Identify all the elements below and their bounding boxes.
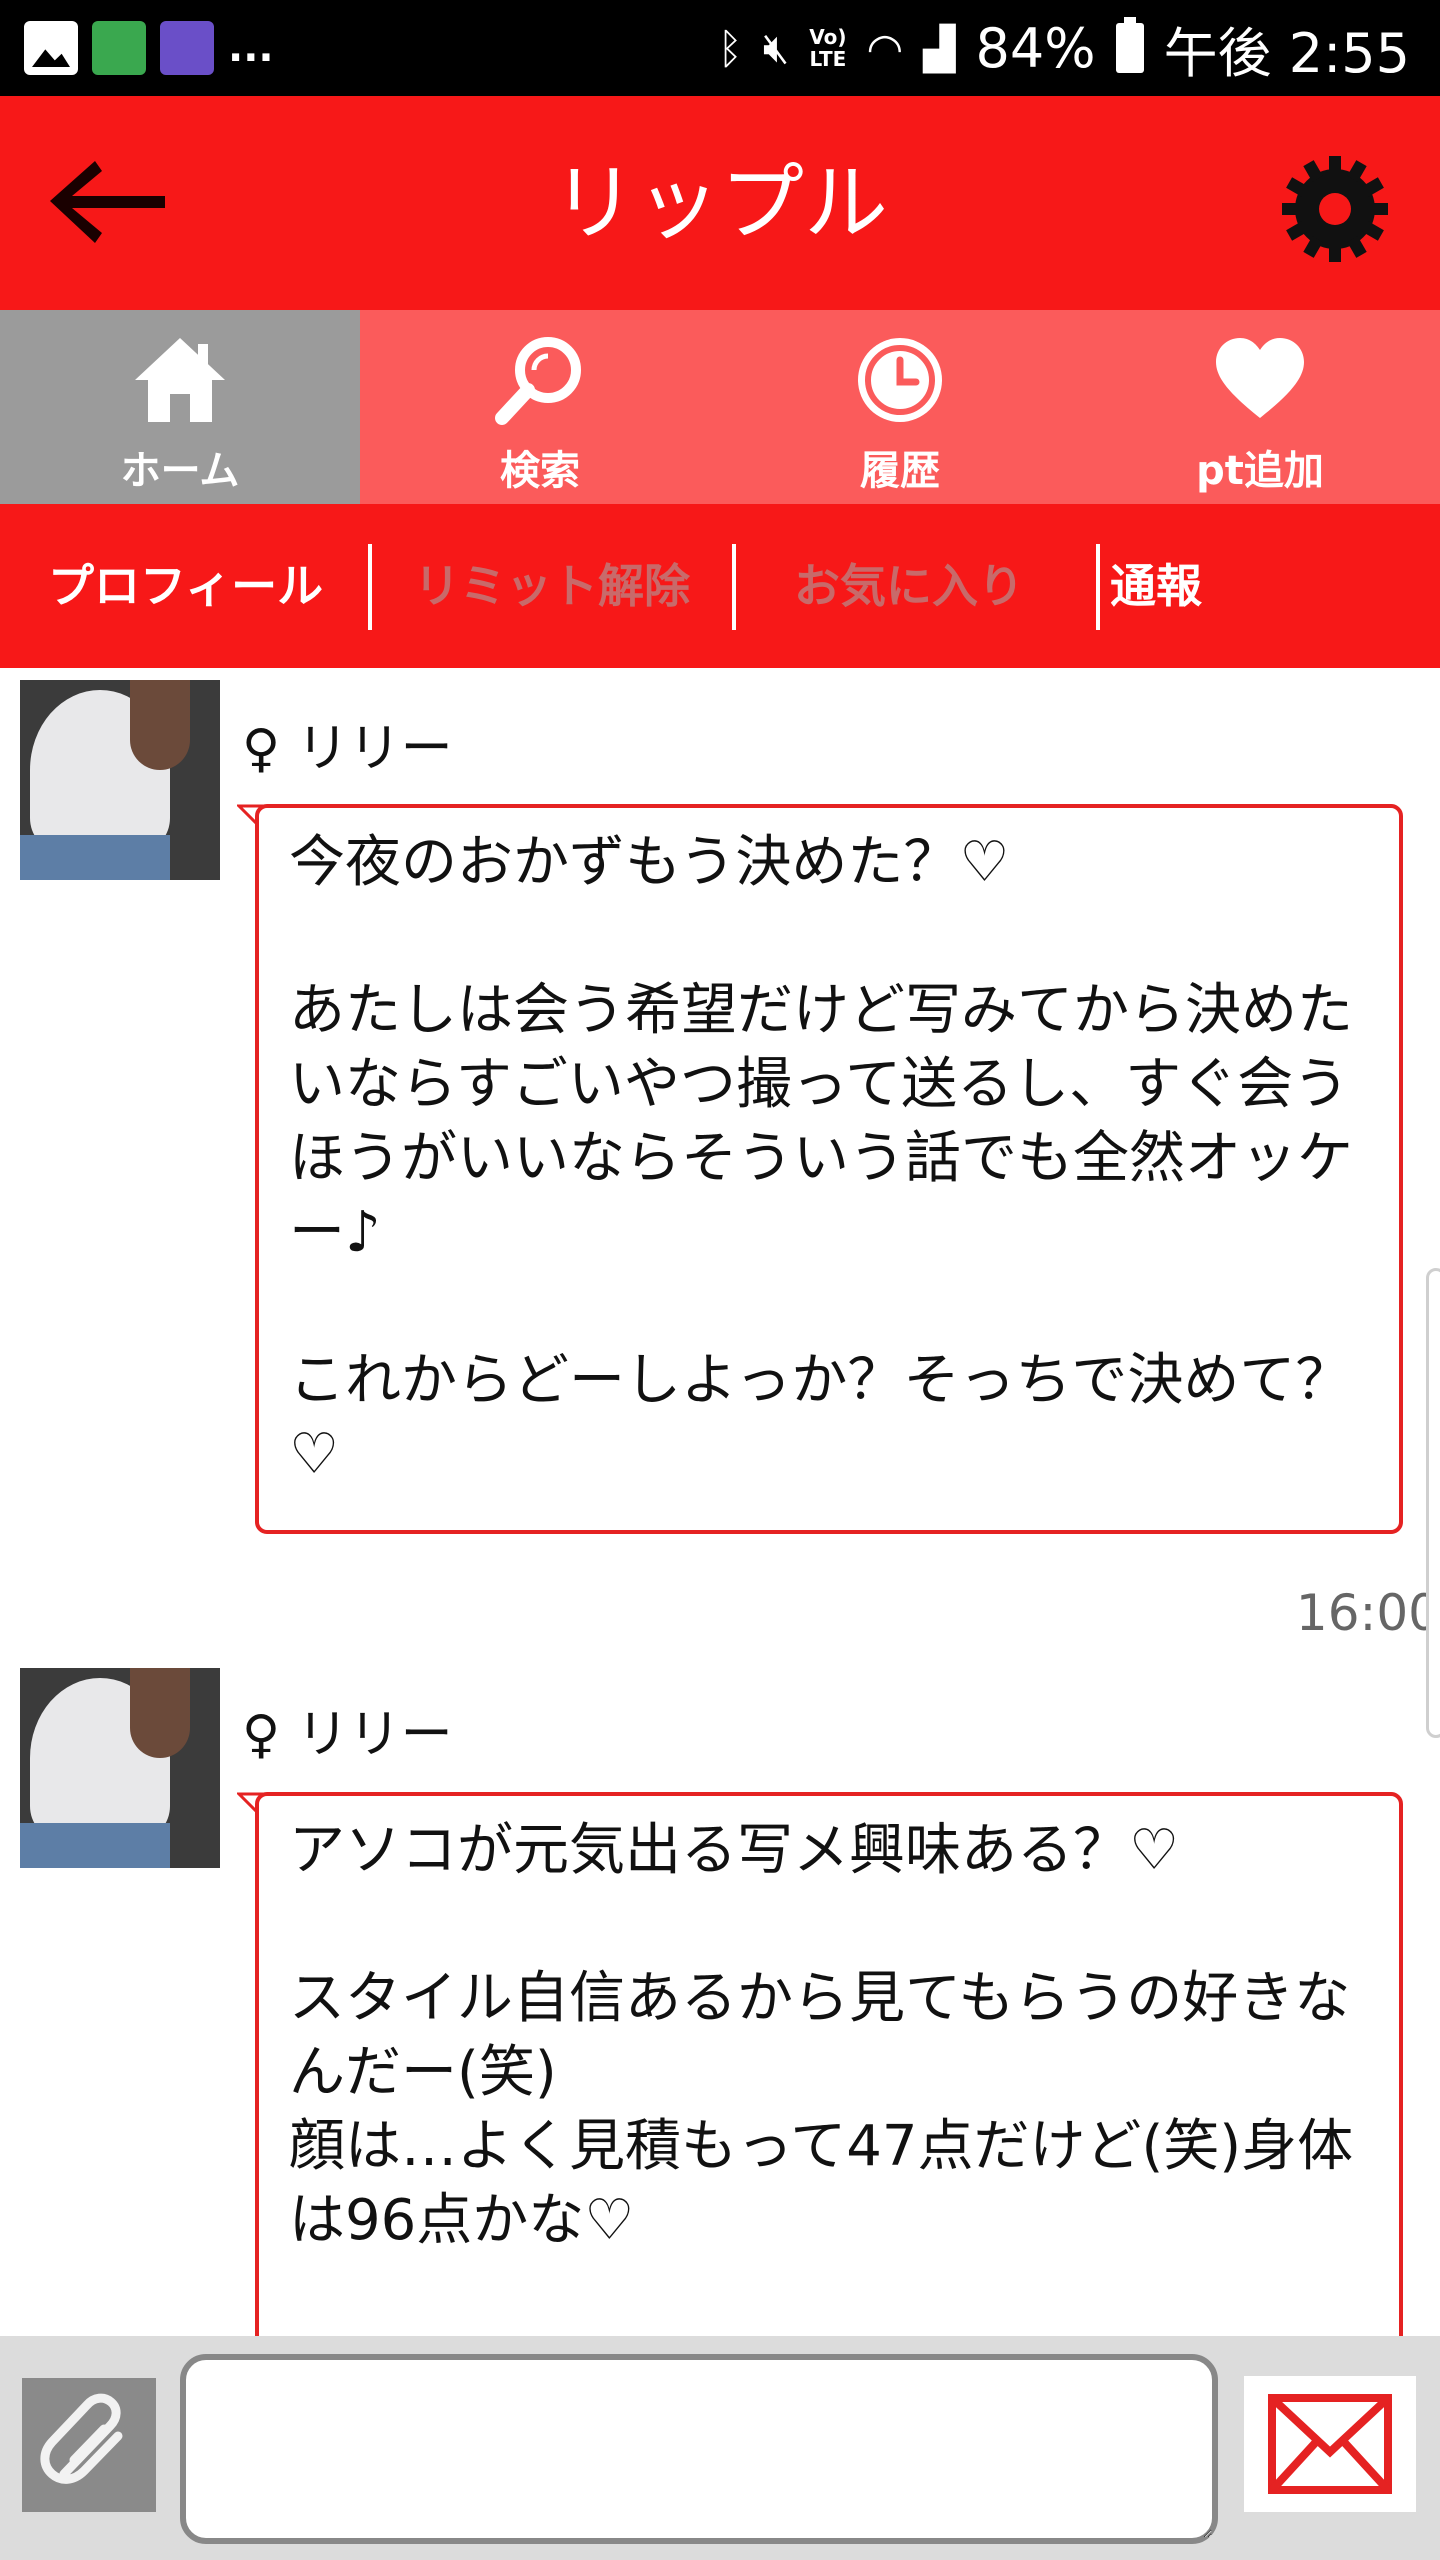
divider — [1096, 544, 1100, 630]
notification-icons: ... — [24, 18, 274, 78]
app-notification-icon — [160, 21, 214, 75]
favorite-link[interactable]: お気に入り — [794, 504, 1024, 668]
message-bubble: 今夜のおかずもう決めた？♡ あたしは会う希望だけど写みてから決めたいならすごいや… — [255, 804, 1403, 1534]
notification-overflow: ... — [228, 25, 274, 71]
signal-icon: ▟ — [923, 23, 956, 73]
back-button[interactable] — [40, 151, 170, 251]
message-bubble: アソコが元気出る写メ興味ある？♡ スタイル自信あるから見てもらうの好きなんだー(… — [255, 1792, 1403, 2336]
gallery-icon — [24, 21, 78, 75]
avatar[interactable] — [20, 1668, 220, 1868]
report-link[interactable]: 通報 — [1110, 504, 1202, 668]
tab-history[interactable]: 履歴 — [720, 310, 1080, 504]
avatar[interactable] — [20, 680, 220, 880]
divider — [368, 544, 372, 630]
battery-icon — [1115, 17, 1144, 73]
limit-release-link[interactable]: リミット解除 — [414, 504, 690, 668]
composer-bar — [0, 2336, 1440, 2560]
volte-lte-icon: Vo) LTE — [809, 25, 847, 71]
send-button[interactable] — [1244, 2376, 1416, 2512]
scrollbar[interactable] — [1426, 1268, 1440, 1738]
attach-button[interactable] — [22, 2378, 156, 2512]
avatar-detail — [20, 835, 170, 880]
sender-name: ♀ リリー — [242, 719, 453, 779]
app-notification-icon — [92, 21, 146, 75]
home-icon — [135, 338, 225, 422]
bluetooth-icon: ᛒ — [717, 23, 743, 73]
message-timestamp: 16:00 — [1295, 1584, 1440, 1642]
tab-label: ホーム — [120, 448, 240, 494]
tab-bar: ホーム 検索 履歴 pt追加 — [0, 310, 1440, 504]
system-indicators: ᛒ 🔇︎ Vo) LTE ◠ ▟ 84% 午後 2:55 — [718, 10, 1410, 86]
avatar-detail — [130, 1668, 190, 1758]
page-title: リップル — [551, 154, 888, 252]
message-input[interactable] — [180, 2354, 1218, 2544]
arrow-left-icon — [50, 161, 165, 243]
search-icon — [495, 337, 581, 425]
tab-label: 検索 — [500, 448, 580, 494]
settings-button[interactable] — [1280, 154, 1390, 264]
gear-icon — [1282, 156, 1388, 262]
battery-percent: 84% — [975, 16, 1096, 80]
clock-icon — [858, 338, 942, 422]
tab-label: 履歴 — [860, 448, 940, 494]
chat-thread[interactable]: ♀ リリー 今夜のおかずもう決めた？♡ あたしは会う希望だけど写みてから決めたい… — [0, 668, 1440, 2336]
tab-home[interactable]: ホーム — [0, 310, 360, 504]
tab-add-points[interactable]: pt追加 — [1080, 310, 1440, 504]
sender-name: ♀ リリー — [242, 1705, 453, 1765]
tab-search[interactable]: 検索 — [360, 310, 720, 504]
clock-time: 午後 2:55 — [1163, 21, 1410, 85]
message-text: アソコが元気出る写メ興味ある？♡ スタイル自信あるから見てもらうの好きなんだー(… — [289, 1818, 1354, 2253]
profile-link[interactable]: プロフィール — [48, 504, 323, 668]
divider — [732, 544, 736, 630]
paperclip-icon — [40, 2393, 123, 2484]
profile-action-bar: プロフィール リミット解除 お気に入り 通報 — [0, 504, 1440, 668]
avatar-detail — [130, 680, 190, 770]
envelope-icon — [1268, 2394, 1392, 2494]
wifi-icon: ◠ — [866, 23, 904, 73]
avatar-detail — [20, 1823, 170, 1868]
tab-label: pt追加 — [1196, 448, 1324, 494]
heart-icon — [1216, 338, 1304, 418]
status-bar: ... ᛒ 🔇︎ Vo) LTE ◠ ▟ 84% 午後 2:55 — [0, 0, 1440, 96]
app-bar: リップル — [0, 96, 1440, 310]
message-text: 今夜のおかずもう決めた？♡ あたしは会う希望だけど写みてから決めたいならすごいや… — [289, 830, 1353, 1487]
mute-icon: 🔇︎ — [762, 23, 790, 72]
